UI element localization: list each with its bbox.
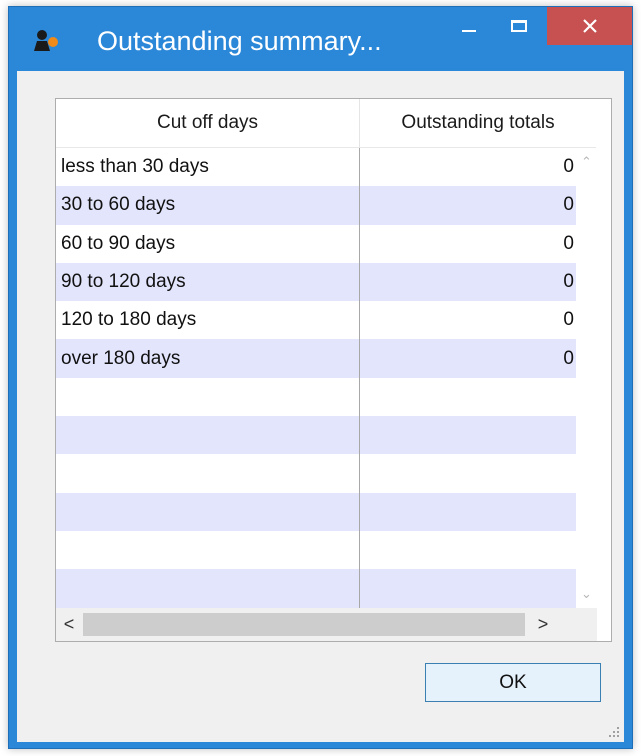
column-header-cut-off-days[interactable]: Cut off days (56, 99, 359, 147)
app-icon (34, 30, 58, 51)
maximize-icon (511, 20, 527, 32)
scroll-up-icon[interactable]: ⌃ (576, 152, 597, 172)
table-row-empty (56, 454, 576, 492)
scroll-right-icon[interactable]: > (530, 608, 556, 641)
table-row[interactable]: 60 to 90 days 0 (56, 225, 576, 263)
column-divider[interactable] (359, 148, 360, 608)
table-row-empty (56, 492, 576, 531)
table-row[interactable]: 120 to 180 days 0 (56, 301, 576, 339)
maximize-button[interactable] (496, 7, 542, 45)
cell-outstanding-total: 0 (563, 232, 574, 254)
vertical-scrollbar[interactable]: ⌃ ⌄ (576, 148, 597, 608)
table-row[interactable]: less than 30 days 0 (56, 148, 576, 186)
cell-cut-off-days: 90 to 120 days (61, 271, 186, 293)
cell-outstanding-total: 0 (563, 347, 574, 369)
table-row-empty (56, 531, 576, 569)
table-row[interactable]: 30 to 60 days 0 (56, 186, 576, 225)
ok-button[interactable]: OK (425, 663, 601, 702)
outstanding-grid[interactable]: Cut off days Outstanding totals less tha… (55, 98, 612, 642)
cell-cut-off-days: 30 to 60 days (61, 194, 176, 216)
horizontal-scroll-thumb[interactable] (83, 613, 525, 636)
table-row-empty (56, 569, 576, 608)
minimize-button[interactable] (446, 7, 492, 45)
close-button[interactable] (547, 7, 632, 45)
horizontal-scrollbar[interactable]: < > (56, 608, 597, 641)
minimize-icon (462, 30, 476, 32)
cell-cut-off-days: over 180 days (61, 347, 181, 369)
window-title: Outstanding summary... (97, 26, 382, 56)
close-icon (582, 19, 597, 33)
table-row-empty (56, 378, 576, 416)
cell-outstanding-total: 0 (563, 156, 574, 178)
cell-cut-off-days: less than 30 days (61, 156, 209, 178)
scroll-down-icon[interactable]: ⌄ (576, 584, 597, 604)
table-row[interactable]: over 180 days 0 (56, 339, 576, 378)
title-bar[interactable]: Outstanding summary... (9, 7, 632, 71)
dialog-client-area: Cut off days Outstanding totals less tha… (17, 71, 624, 742)
table-row-empty (56, 416, 576, 455)
cell-cut-off-days: 120 to 180 days (61, 309, 197, 331)
column-header-outstanding-totals[interactable]: Outstanding totals (360, 99, 596, 147)
cell-outstanding-total: 0 (563, 309, 574, 331)
table-row[interactable]: 90 to 120 days 0 (56, 262, 576, 302)
grid-rows: less than 30 days 0 30 to 60 days 0 60 t… (56, 148, 576, 608)
cell-outstanding-total: 0 (563, 194, 574, 216)
scroll-left-icon[interactable]: < (56, 608, 82, 641)
cell-outstanding-total: 0 (563, 271, 574, 293)
resize-grip-icon[interactable] (606, 724, 620, 738)
grid-header: Cut off days Outstanding totals (56, 99, 596, 148)
dialog-window: Outstanding summary... Cut off days Outs… (8, 6, 633, 749)
cell-cut-off-days: 60 to 90 days (61, 232, 176, 254)
